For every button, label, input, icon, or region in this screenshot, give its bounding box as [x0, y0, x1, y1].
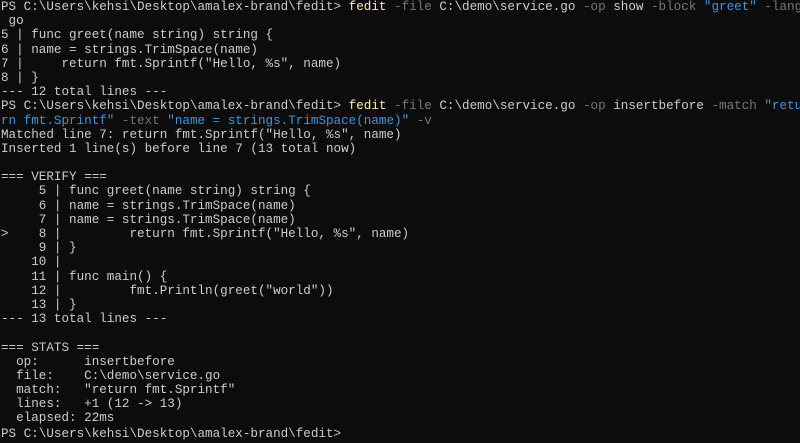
text-token: 13 | }	[1, 297, 77, 312]
terminal-line: 8 | }	[0, 71, 800, 85]
terminal-line: PS C:\Users\kehsi\Desktop\amalex-brand\f…	[0, 426, 800, 440]
terminal-line: 5 | func greet(name string) string {	[0, 28, 800, 42]
text-token: 11 | func main() {	[1, 269, 168, 284]
text-token: PS C:\Users\kehsi\Desktop\amalex-brand\f…	[1, 99, 349, 114]
terminal-line: 9 | }	[0, 241, 800, 255]
terminal-line: > 8 | return fmt.Sprintf("Hello, %s", na…	[0, 227, 800, 241]
text-token: elapsed: 22ms	[1, 411, 115, 426]
text-token: > 8 | return fmt.Sprintf("Hello, %s", na…	[1, 227, 410, 241]
text-token: 12 | fmt.Println(greet("world"))	[1, 283, 334, 298]
string-token: rn fmt.Sprintf"	[1, 113, 115, 128]
terminal-line: 6 | name = strings.TrimSpace(name)	[0, 199, 800, 213]
terminal-line: 11 | func main() {	[0, 270, 800, 284]
parameter-token: -match	[703, 99, 757, 114]
text-token: 6 | name = strings.TrimSpace(name)	[1, 198, 296, 213]
text-token: Inserted 1 line(s) before line 7 (13 tot…	[1, 141, 357, 156]
text-token: go	[1, 14, 24, 29]
text-token: PS C:\Users\kehsi\Desktop\amalex-brand\f…	[1, 0, 349, 14]
text-token: insertbefore	[605, 99, 704, 114]
parameter-token: -file	[386, 99, 432, 114]
terminal-line: op: insertbefore	[0, 355, 800, 369]
terminal-line: === VERIFY ===	[0, 170, 800, 184]
text-token: 7 | return fmt.Sprintf("Hello, %s", name…	[1, 56, 342, 71]
terminal-line: 5 | func greet(name string) string {	[0, 184, 800, 198]
parameter-token: -op	[575, 99, 606, 114]
parameter-token: -lang	[756, 0, 800, 14]
parameter-token: -block	[643, 0, 697, 14]
text-token: 5 | func greet(name string) string {	[1, 28, 274, 43]
text-token: C:\demo\service.go	[431, 0, 576, 14]
terminal-line: --- 13 total lines ---	[0, 312, 800, 326]
terminal-line: match: "return fmt.Sprintf"	[0, 383, 800, 397]
terminal-line: PS C:\Users\kehsi\Desktop\amalex-brand\f…	[0, 0, 800, 14]
command-token: fedit	[348, 99, 387, 114]
command-token: fedit	[348, 0, 387, 14]
string-token: "greet"	[696, 0, 757, 14]
text-token: lines: +1 (12 -> 13)	[1, 397, 183, 412]
terminal-line: Matched line 7: return fmt.Sprintf("Hell…	[0, 128, 800, 142]
text-token: 10 |	[1, 255, 62, 270]
terminal-line: 7 | return fmt.Sprintf("Hello, %s", name…	[0, 57, 800, 71]
string-token: "name = strings.TrimSpace(name)"	[159, 113, 410, 128]
text-token: === STATS ===	[1, 340, 100, 355]
terminal-line: --- 12 total lines ---	[0, 85, 800, 99]
terminal-line: lines: +1 (12 -> 13)	[0, 397, 800, 411]
text-token: Matched line 7: return fmt.Sprintf("Hell…	[1, 127, 402, 142]
terminal-line: 10 |	[0, 255, 800, 269]
terminal-line: rn fmt.Sprintf" -text "name = strings.Tr…	[0, 114, 800, 128]
text-token: === VERIFY ===	[1, 170, 107, 185]
parameter-token: -v	[409, 113, 432, 128]
terminal-line: 12 | fmt.Println(greet("world"))	[0, 284, 800, 298]
terminal-line: 7 | name = strings.TrimSpace(name)	[0, 213, 800, 227]
text-token: 6 | name = strings.TrimSpace(name)	[1, 42, 258, 57]
parameter-token: -file	[386, 0, 432, 14]
text-token: PS C:\Users\kehsi\Desktop\amalex-brand\f…	[1, 426, 349, 440]
parameter-token: -text	[114, 113, 160, 128]
terminal-output: PS C:\Users\kehsi\Desktop\amalex-brand\f…	[0, 0, 800, 440]
parameter-token: -op	[575, 0, 606, 14]
text-token: show	[605, 0, 644, 14]
terminal-line: Inserted 1 line(s) before line 7 (13 tot…	[0, 142, 800, 156]
string-token: "retu	[756, 99, 800, 114]
text-token: 5 | func greet(name string) string {	[1, 184, 311, 199]
text-token: C:\demo\service.go	[431, 99, 576, 114]
text-token: match: "return fmt.Sprintf"	[1, 383, 236, 398]
text-token: 8 | }	[1, 70, 39, 85]
text-token: 9 | }	[1, 241, 77, 256]
terminal-line: file: C:\demo\service.go	[0, 369, 800, 383]
terminal-line: 13 | }	[0, 298, 800, 312]
terminal-line: PS C:\Users\kehsi\Desktop\amalex-brand\f…	[0, 99, 800, 113]
terminal-window[interactable]: PS C:\Users\kehsi\Desktop\amalex-brand\f…	[0, 0, 800, 443]
text-cursor	[349, 426, 356, 438]
text-token: op: insertbefore	[1, 354, 175, 369]
terminal-line: === STATS ===	[0, 341, 800, 355]
text-token: --- 13 total lines ---	[1, 312, 168, 327]
text-token: --- 12 total lines ---	[1, 85, 168, 100]
text-token: file: C:\demo\service.go	[1, 368, 221, 383]
terminal-line: go	[0, 14, 800, 28]
terminal-line: 6 | name = strings.TrimSpace(name)	[0, 43, 800, 57]
terminal-line: elapsed: 22ms	[0, 411, 800, 425]
text-token: 7 | name = strings.TrimSpace(name)	[1, 212, 296, 227]
